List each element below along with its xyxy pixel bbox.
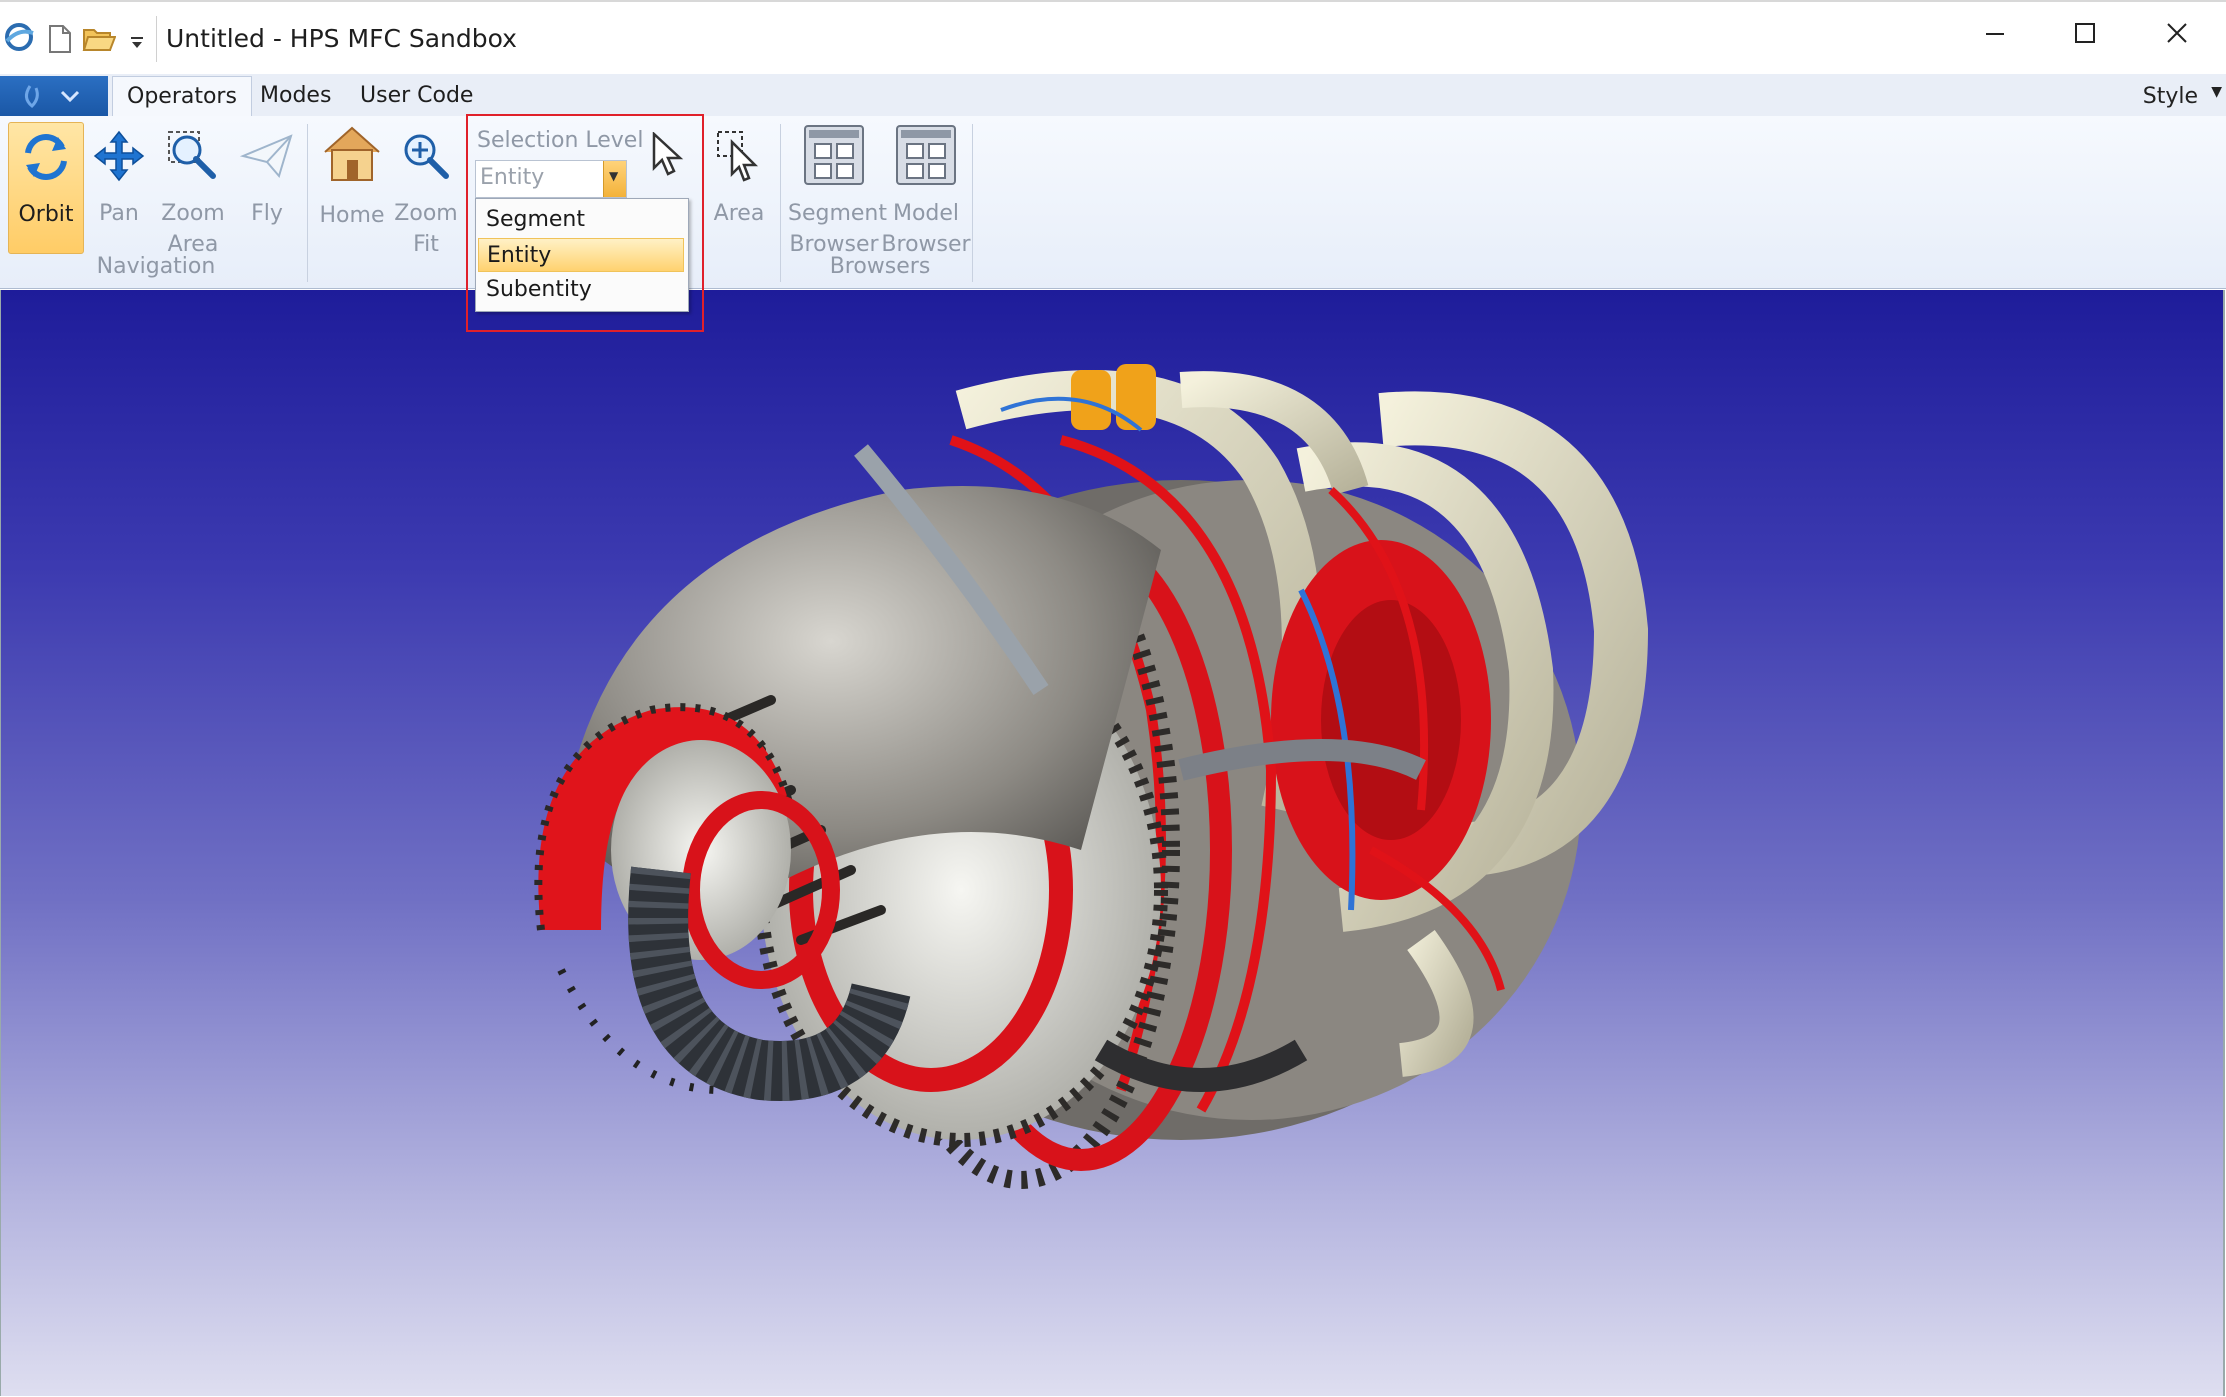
app-logo-icon[interactable]	[2, 20, 36, 54]
maximize-button[interactable]	[2054, 14, 2114, 58]
maximize-icon	[2075, 23, 2095, 43]
orbit-button[interactable]: Orbit	[8, 122, 84, 254]
area-label: Area	[713, 201, 765, 226]
title-bar: Untitled - HPS MFC Sandbox	[0, 0, 2226, 76]
fly-button[interactable]: Fly	[232, 122, 302, 229]
model-browser-icon	[896, 125, 956, 185]
segment-browser-icon	[804, 125, 864, 185]
zoom-area-icon	[168, 131, 216, 179]
3d-viewport[interactable]	[0, 290, 2225, 1396]
style-menu[interactable]: Style	[2143, 84, 2198, 109]
application-menu-button[interactable]	[0, 76, 108, 116]
navigation-group-label: Navigation	[96, 254, 216, 279]
app-menu-icon	[25, 85, 80, 109]
zoom-area-button[interactable]: Zoom Area	[156, 122, 230, 260]
home-icon	[324, 126, 380, 181]
fly-label: Fly	[251, 201, 283, 226]
minimize-button[interactable]	[1964, 14, 2024, 58]
browsers-group-label: Browsers	[829, 254, 931, 279]
annotation-highlight-box	[466, 114, 704, 332]
zoom-fit-label-1: Zoom	[394, 201, 458, 226]
paper-plane-icon	[239, 134, 293, 179]
zoom-fit-button[interactable]: Zoom Fit	[392, 122, 460, 260]
group-separator	[307, 124, 308, 282]
minimize-icon	[1986, 33, 2004, 35]
zoom-area-label-1: Zoom	[161, 201, 225, 226]
close-icon	[2167, 23, 2187, 43]
home-label: Home	[319, 203, 385, 228]
orbit-label: Orbit	[18, 202, 74, 227]
area-select-icon	[717, 131, 759, 182]
home-button[interactable]: Home	[314, 122, 390, 231]
engine-model[interactable]	[1, 290, 2223, 1396]
group-separator	[972, 124, 973, 282]
close-button[interactable]	[2146, 14, 2206, 58]
model-browser-button[interactable]: Model Browser	[880, 122, 972, 260]
pan-label: Pan	[99, 201, 139, 226]
customize-qat-icon[interactable]	[130, 36, 144, 50]
group-separator	[780, 124, 781, 282]
title-separator	[156, 16, 157, 62]
segment-browser-label-1: Segment	[788, 201, 887, 226]
zoom-fit-label-2: Fit	[413, 232, 439, 257]
area-select-button[interactable]: Area	[708, 122, 770, 229]
open-folder-icon[interactable]	[82, 24, 116, 54]
pan-button[interactable]: Pan	[84, 122, 154, 229]
zoom-fit-icon	[404, 134, 449, 179]
tab-modes[interactable]: Modes	[246, 76, 345, 116]
window-title: Untitled - HPS MFC Sandbox	[166, 24, 517, 53]
tab-user-code[interactable]: User Code	[346, 76, 487, 116]
segment-browser-button[interactable]: Segment Browser	[788, 122, 887, 260]
new-document-icon[interactable]	[48, 24, 72, 54]
pan-icon	[93, 130, 145, 182]
style-caret-icon[interactable]: ▼	[2211, 84, 2222, 100]
orbit-icon	[25, 134, 67, 180]
tab-operators[interactable]: Operators	[112, 76, 252, 118]
model-browser-label-1: Model	[892, 201, 960, 226]
